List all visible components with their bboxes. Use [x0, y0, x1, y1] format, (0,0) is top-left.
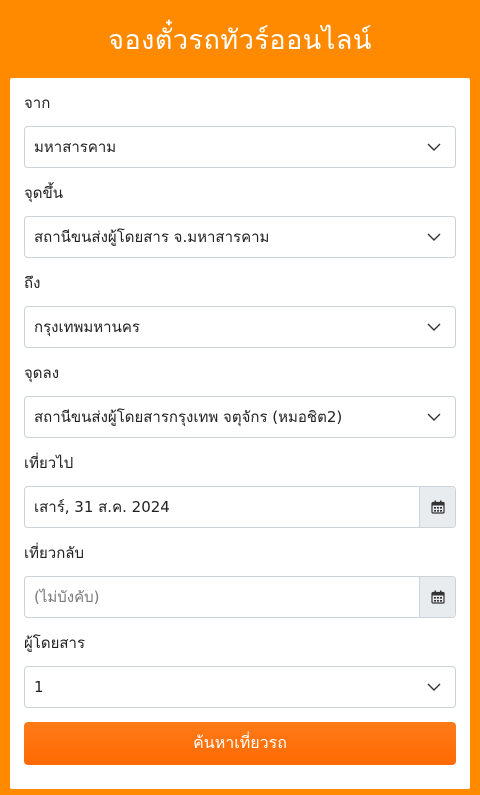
depart-group: เที่ยวไป เสาร์, 31 ส.ค. 2024 [24, 452, 456, 528]
destination-value: กรุงเทพมหานคร [34, 318, 140, 336]
passengers-label: ผู้โดยสาร [24, 634, 86, 652]
boarding-label: จุดขึ้น [24, 184, 64, 202]
dropoff-group: จุดลง สถานีขนส่งผู้โดยสารกรุงเทพ จตุจักร… [24, 362, 456, 438]
chevron-down-icon [413, 307, 455, 347]
destination-label: ถึง [24, 274, 41, 292]
boarding-value: สถานีขนส่งผู้โดยสาร จ.มหาสารคาม [34, 228, 270, 246]
dropoff-label: จุดลง [24, 364, 60, 382]
return-label: เที่ยวกลับ [24, 544, 85, 562]
booking-form: จาก มหาสารคาม จุดขึ้น สถานีขนส่งผู้โดยสา… [10, 78, 470, 789]
calendar-icon[interactable] [419, 577, 455, 617]
chevron-down-icon [413, 667, 455, 707]
depart-label: เที่ยวไป [24, 454, 74, 472]
dropoff-select[interactable]: สถานีขนส่งผู้โดยสารกรุงเทพ จตุจักร (หมอช… [24, 396, 456, 438]
return-group: เที่ยวกลับ (ไม่บังคับ) [24, 542, 456, 618]
boarding-group: จุดขึ้น สถานีขนส่งผู้โดยสาร จ.มหาสารคาม [24, 182, 456, 258]
calendar-icon[interactable] [419, 487, 455, 527]
return-date-placeholder: (ไม่บังคับ) [34, 588, 100, 606]
chevron-down-icon [413, 127, 455, 167]
dropoff-value: สถานีขนส่งผู้โดยสารกรุงเทพ จตุจักร (หมอช… [34, 408, 343, 426]
return-date-input[interactable]: (ไม่บังคับ) [24, 576, 456, 618]
origin-label: จาก [24, 94, 51, 112]
depart-date-input[interactable]: เสาร์, 31 ส.ค. 2024 [24, 486, 456, 528]
depart-date-value: เสาร์, 31 ส.ค. 2024 [34, 498, 170, 516]
passengers-value: 1 [34, 678, 44, 696]
boarding-select[interactable]: สถานีขนส่งผู้โดยสาร จ.มหาสารคาม [24, 216, 456, 258]
header: จองตั๋วรถทัวร์ออนไลน์ [0, 0, 480, 78]
origin-select[interactable]: มหาสารคาม [24, 126, 456, 168]
search-button[interactable]: ค้นหาเที่ยวรถ [24, 722, 456, 765]
origin-value: มหาสารคาม [34, 138, 117, 156]
origin-group: จาก มหาสารคาม [24, 92, 456, 168]
chevron-down-icon [413, 397, 455, 437]
chevron-down-icon [413, 217, 455, 257]
passengers-group: ผู้โดยสาร 1 [24, 632, 456, 708]
passengers-select[interactable]: 1 [24, 666, 456, 708]
page-title: จองตั๋วรถทัวร์ออนไลน์ [108, 24, 372, 56]
destination-select[interactable]: กรุงเทพมหานคร [24, 306, 456, 348]
destination-group: ถึง กรุงเทพมหานคร [24, 272, 456, 348]
